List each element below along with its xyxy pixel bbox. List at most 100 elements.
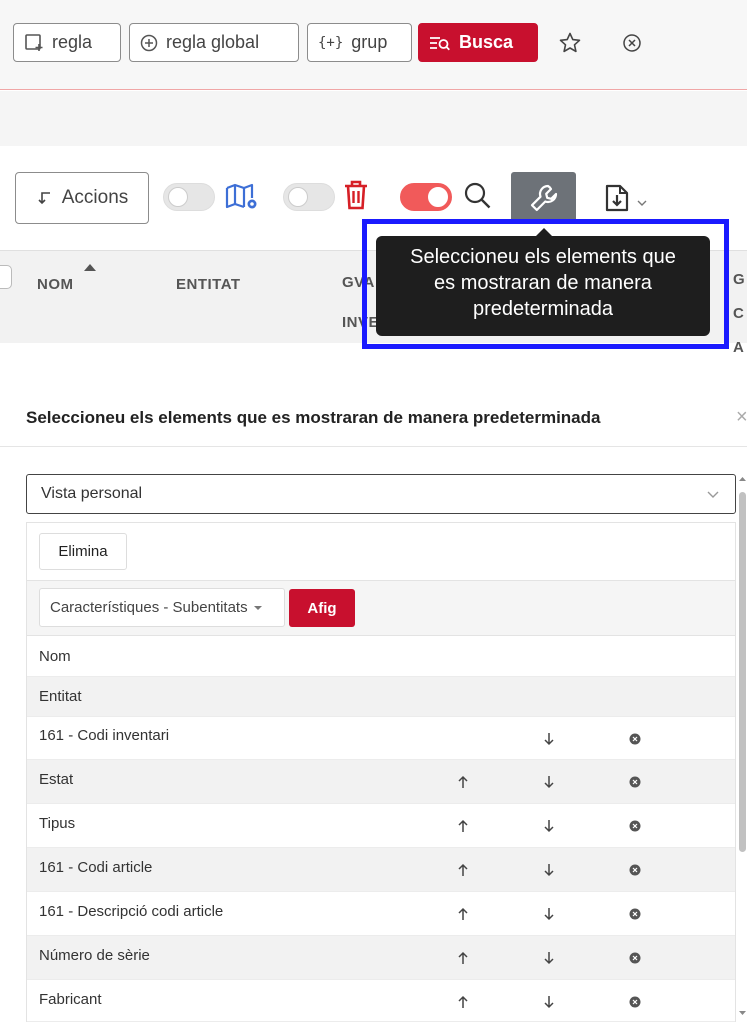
column-g-line1: G <box>733 271 746 288</box>
remove-icon[interactable] <box>629 733 641 745</box>
column-header-g[interactable]: G C A <box>733 263 745 365</box>
arrow-down-icon[interactable] <box>543 775 555 789</box>
map-toggle[interactable] <box>163 183 215 211</box>
braces-icon: {+} <box>318 34 344 51</box>
column-header-nom[interactable]: NOM <box>37 276 74 293</box>
modal-title: Seleccioneu els elements que es mostrara… <box>26 408 601 427</box>
tooltip-arrow <box>536 228 552 236</box>
toggle-knob <box>428 187 448 207</box>
sort-asc-icon <box>84 264 96 271</box>
remove-icon[interactable] <box>629 776 641 788</box>
remove-icon[interactable] <box>629 996 641 1008</box>
delete-view-button[interactable]: Elimina <box>39 533 127 570</box>
list-item-label: 161 - Codi inventari <box>39 727 170 744</box>
search-icon <box>464 182 491 209</box>
list-item-label: Nom <box>39 648 71 665</box>
remove-icon[interactable] <box>629 820 641 832</box>
modal-scrollbar[interactable] <box>738 474 747 1022</box>
list-item: Entitat <box>27 677 735 717</box>
top-toolbar: regla regla global {+} grup Busca <box>0 0 747 90</box>
list-item-label: Fabricant <box>39 991 102 1008</box>
favorite-button[interactable] <box>557 30 583 56</box>
column-nom-label: NOM <box>37 276 74 293</box>
remove-icon[interactable] <box>629 864 641 876</box>
search-toggle[interactable] <box>400 183 452 211</box>
arrow-up-icon[interactable] <box>457 863 469 877</box>
return-arrow-icon <box>38 192 50 205</box>
arrow-up-icon[interactable] <box>457 819 469 833</box>
scroll-down-icon[interactable] <box>739 1010 746 1016</box>
scroll-thumb[interactable] <box>739 492 746 852</box>
tooltip-line3: predeterminada <box>472 298 614 320</box>
list-item-label: Número de sèrie <box>39 947 150 964</box>
caret-down-icon <box>253 605 262 610</box>
add-rule-button[interactable]: regla <box>13 23 121 62</box>
list-item: Número de sèrie <box>27 936 735 980</box>
table-search-button[interactable] <box>462 180 494 212</box>
column-g-line3: A <box>733 339 745 356</box>
add-rule-label: regla <box>52 32 93 52</box>
search-button-label: Busca <box>459 32 514 52</box>
map-button[interactable] <box>224 181 260 213</box>
plus-circle-icon <box>140 34 158 51</box>
column-header-entitat[interactable]: ENTITAT <box>176 276 241 293</box>
columns-config-button[interactable] <box>511 172 576 224</box>
filter-search-icon <box>430 36 450 50</box>
filter-band <box>0 91 747 146</box>
arrow-up-icon[interactable] <box>457 907 469 921</box>
arrow-down-icon[interactable] <box>543 732 555 746</box>
arrow-down-icon[interactable] <box>543 863 555 877</box>
tooltip: Seleccioneu els elements que es mostrara… <box>376 236 710 336</box>
view-select[interactable]: Vista personal <box>26 474 736 514</box>
clear-button[interactable] <box>619 30 645 56</box>
close-circle-icon <box>623 34 641 52</box>
list-item: Fabricant <box>27 980 735 1022</box>
actions-label: Accions <box>61 187 129 208</box>
list-item: 161 - Codi inventari <box>27 717 735 760</box>
list-item: Nom <box>27 637 735 677</box>
download-file-icon <box>605 184 629 212</box>
chevron-down-icon <box>637 200 647 206</box>
delete-toggle[interactable] <box>283 183 335 211</box>
arrow-down-icon[interactable] <box>543 951 555 965</box>
arrow-down-icon[interactable] <box>543 995 555 1009</box>
select-all-checkbox[interactable] <box>0 265 12 289</box>
remove-icon[interactable] <box>629 952 641 964</box>
remove-icon[interactable] <box>629 908 641 920</box>
list-item: Tipus <box>27 804 735 848</box>
modal-close-button[interactable]: × <box>736 406 747 429</box>
column-g-line2: C <box>733 305 745 322</box>
map-icon <box>225 183 257 209</box>
toggle-knob <box>288 187 308 207</box>
arrow-down-icon[interactable] <box>543 819 555 833</box>
column-entitat-label: ENTITAT <box>176 276 241 293</box>
delete-button[interactable] <box>341 178 371 212</box>
list-item-label: Estat <box>39 771 74 788</box>
add-column-button[interactable]: Afig <box>289 589 355 627</box>
arrow-up-icon[interactable] <box>457 995 469 1009</box>
view-select-value: Vista personal <box>41 485 143 502</box>
list-item: Estat <box>27 760 735 804</box>
list-item-label: 161 - Codi article <box>39 859 153 876</box>
actions-button[interactable]: Accions <box>15 172 149 224</box>
arrow-down-icon[interactable] <box>543 907 555 921</box>
trash-icon <box>345 180 367 210</box>
list-item: 161 - Codi article <box>27 848 735 892</box>
wrench-icon <box>530 184 557 212</box>
scroll-up-icon[interactable] <box>739 476 746 482</box>
search-button[interactable]: Busca <box>418 23 538 62</box>
add-global-rule-button[interactable]: regla global <box>129 23 299 62</box>
add-group-button[interactable]: {+} grup <box>307 23 412 62</box>
list-item: 161 - Descripció codi article <box>27 892 735 936</box>
arrow-up-icon[interactable] <box>457 951 469 965</box>
export-button[interactable] <box>600 182 652 214</box>
arrow-up-icon[interactable] <box>457 775 469 789</box>
star-icon <box>559 32 581 53</box>
add-rule-icon <box>25 33 43 51</box>
column-select[interactable]: Característiques - Subentitats <box>39 588 285 627</box>
list-item-label: Tipus <box>39 815 76 832</box>
toggle-knob <box>168 187 188 207</box>
tooltip-line2: es mostraran de manera <box>434 272 652 294</box>
chevron-down-icon <box>707 491 719 498</box>
add-global-rule-label: regla global <box>166 32 260 52</box>
